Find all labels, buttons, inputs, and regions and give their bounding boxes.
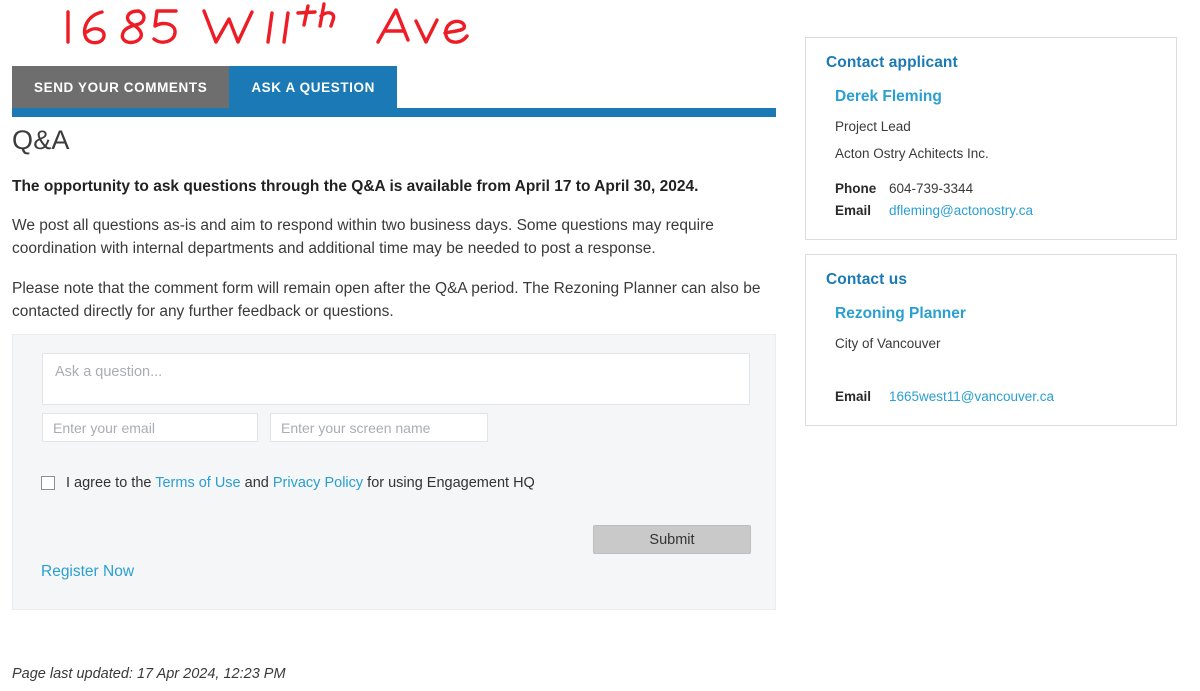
- planner-email-link[interactable]: 1665west11@vancouver.ca: [889, 386, 1054, 408]
- agree-text: I agree to the Terms of Use and Privacy …: [66, 474, 535, 493]
- qa-availability-notice: The opportunity to ask questions through…: [12, 177, 699, 195]
- planner-contact-rows: Email 1665west11@vancouver.ca: [835, 369, 1156, 408]
- applicant-email-label: Email: [835, 202, 872, 218]
- planner-row-spacer: [835, 369, 1156, 386]
- register-now-link[interactable]: Register Now: [41, 563, 134, 581]
- planner-email-label: Email: [835, 388, 872, 404]
- agree-checkbox[interactable]: [41, 476, 55, 491]
- qa-paragraph-1: We post all questions as-is and aim to r…: [12, 217, 714, 258]
- applicant-role: Project Lead: [835, 119, 911, 134]
- handwritten-address-annotation: [56, 0, 496, 52]
- agree-prefix: I agree to the: [66, 475, 156, 491]
- main-content: Q&A The opportunity to ask questions thr…: [12, 125, 776, 339]
- page-last-updated: Page last updated: 17 Apr 2024, 12:23 PM: [12, 666, 286, 682]
- contact-applicant-body: Derek Fleming Project Lead Acton Ostry A…: [826, 88, 1156, 221]
- applicant-email-link[interactable]: dfleming@actonostry.ca: [889, 200, 1033, 222]
- page-root: SEND YOUR COMMENTS ASK A QUESTION Q&A Th…: [0, 0, 1200, 691]
- submit-button[interactable]: Submit: [593, 525, 751, 554]
- contact-us-title: Contact us: [826, 271, 908, 289]
- applicant-phone-row: Phone 604-739-3344: [835, 178, 1156, 200]
- ask-a-question-form: I agree to the Terms of Use and Privacy …: [12, 334, 776, 610]
- terms-of-use-link[interactable]: Terms of Use: [155, 475, 240, 491]
- agree-suffix: for using Engagement HQ: [363, 475, 535, 491]
- applicant-name[interactable]: Derek Fleming: [835, 88, 1156, 106]
- email-input[interactable]: [42, 413, 258, 442]
- tab-ask-a-question[interactable]: ASK A QUESTION: [229, 66, 397, 108]
- contact-applicant-title: Contact applicant: [826, 54, 958, 71]
- applicant-phone-value: 604-739-3344: [889, 181, 974, 197]
- qa-paragraph-2: Please note that the comment form will r…: [12, 279, 761, 320]
- contact-us-card: Contact us Rezoning Planner City of Vanc…: [805, 254, 1177, 427]
- applicant-org: Acton Ostry Achitects Inc.: [835, 145, 989, 161]
- planner-name[interactable]: Rezoning Planner: [835, 305, 1156, 323]
- planner-org: City of Vancouver: [835, 336, 941, 352]
- applicant-phone-label: Phone: [835, 181, 877, 197]
- sidebar-rail: Contact applicant Derek Fleming Project …: [805, 37, 1177, 440]
- question-input[interactable]: [42, 353, 750, 405]
- agree-middle: and: [240, 475, 273, 491]
- screen-name-input[interactable]: [270, 413, 488, 442]
- contact-applicant-card: Contact applicant Derek Fleming Project …: [805, 37, 1177, 241]
- page-title: Q&A: [12, 125, 70, 155]
- tab-bar: SEND YOUR COMMENTS ASK A QUESTION: [12, 66, 397, 108]
- tab-underline-bar: [12, 108, 776, 117]
- applicant-contact-rows: Phone 604-739-3344 Email dfleming@actono…: [835, 178, 1156, 221]
- privacy-policy-link[interactable]: Privacy Policy: [273, 475, 363, 491]
- terms-agreement-row: I agree to the Terms of Use and Privacy …: [41, 474, 535, 493]
- contact-us-body: Rezoning Planner City of Vancouver Email…: [826, 305, 1156, 407]
- applicant-email-row: Email dfleming@actonostry.ca: [835, 200, 1156, 222]
- planner-email-row: Email 1665west11@vancouver.ca: [835, 386, 1156, 408]
- tab-send-your-comments[interactable]: SEND YOUR COMMENTS: [12, 66, 230, 108]
